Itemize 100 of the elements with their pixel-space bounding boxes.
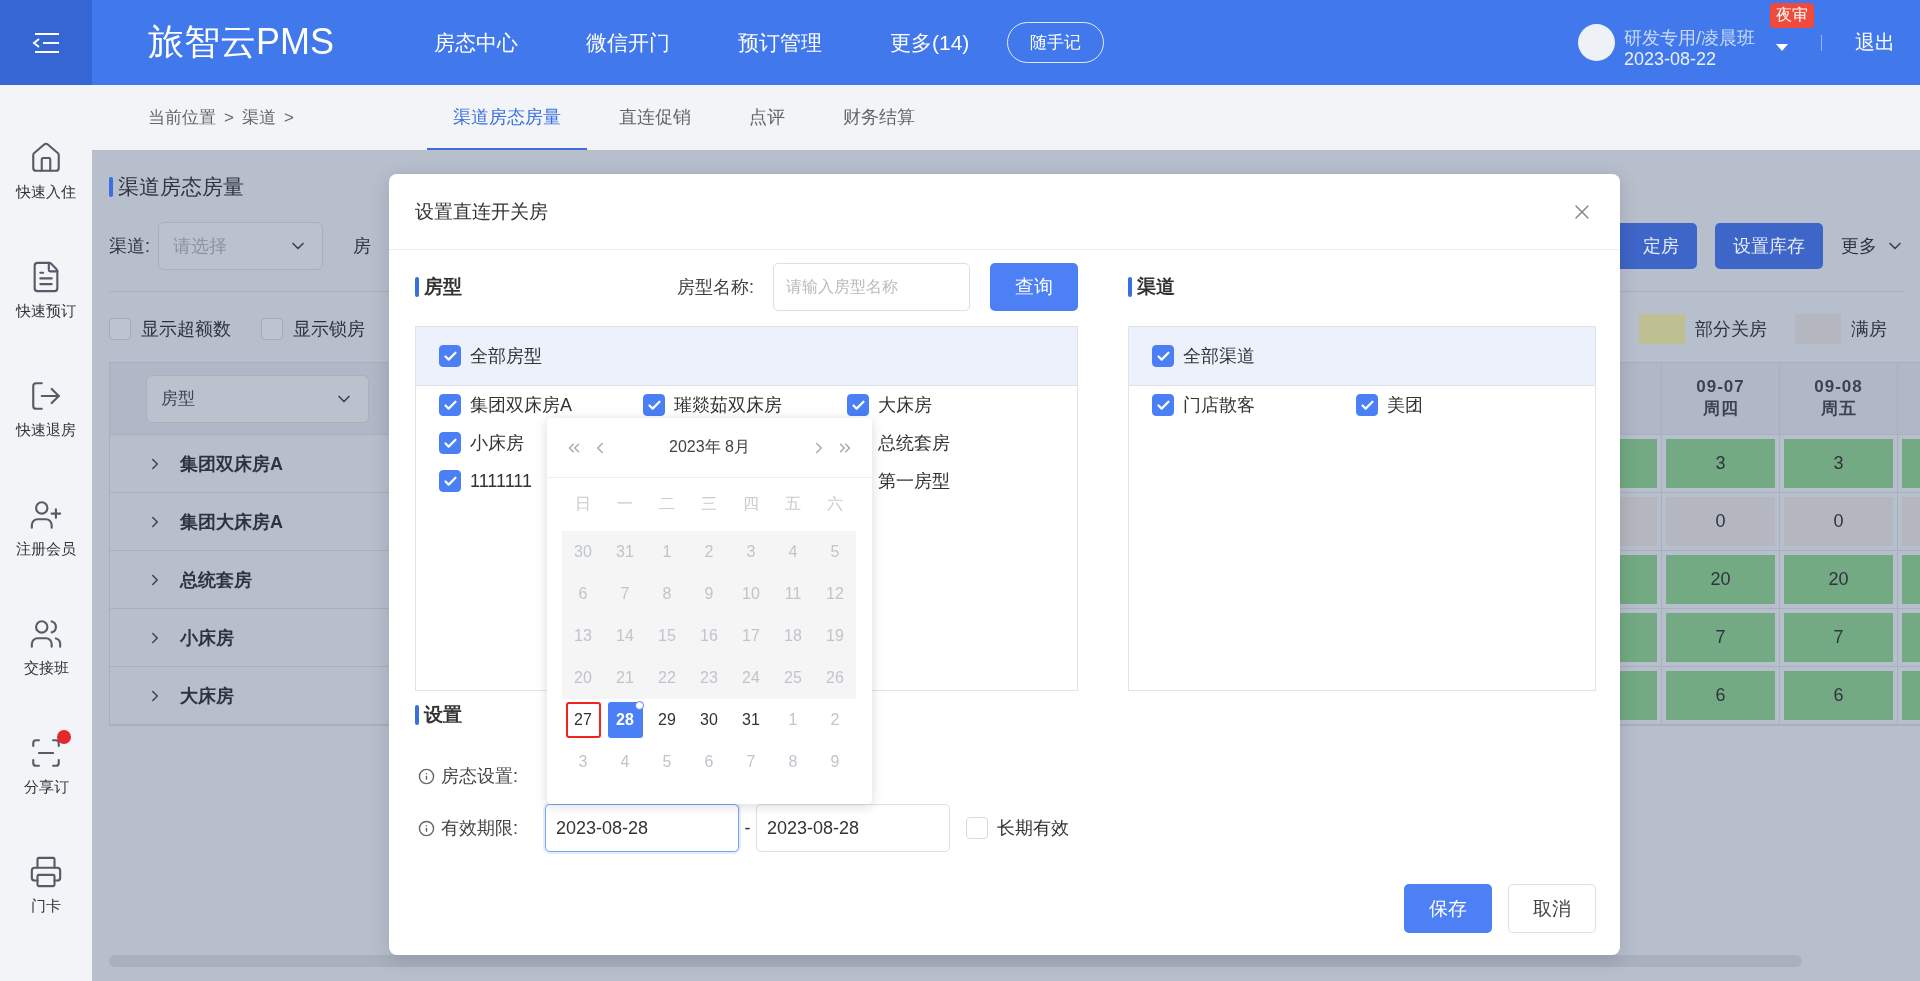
checkbox-label: 第一房型 <box>878 470 950 493</box>
checkbox[interactable] <box>1356 394 1378 416</box>
availability-cell[interactable]: 7 <box>1666 613 1775 662</box>
cancel-button[interactable]: 取消 <box>1508 884 1596 933</box>
scrollbar[interactable] <box>109 955 1802 967</box>
scan-icon[interactable] <box>29 736 63 770</box>
sidebar-label[interactable]: 注册会员 <box>16 540 76 559</box>
checkbox-label: 全部渠道 <box>1183 345 1255 368</box>
field-label: 房型名称: <box>677 276 754 299</box>
section-title: 设置 <box>424 703 462 727</box>
checkbox[interactable] <box>439 394 461 416</box>
menu-button[interactable] <box>0 0 92 85</box>
logout-link[interactable]: 退出 <box>1855 29 1895 56</box>
nav-link[interactable]: 房态中心 <box>434 28 518 57</box>
tab[interactable]: 直连促销 <box>593 85 717 150</box>
printer-icon[interactable] <box>29 855 63 889</box>
calendar-day[interactable]: 27 <box>565 702 601 738</box>
menu-icon <box>31 31 61 54</box>
calendar-month: 2023年 8月 <box>669 437 750 457</box>
app-logo: 旅智云PMS <box>148 20 334 64</box>
tab[interactable]: 财务结算 <box>817 85 941 150</box>
checkbox-label: 显示锁房 <box>293 318 365 341</box>
breadcrumb-separator: > <box>283 107 294 128</box>
field-label: 有效期限: <box>441 817 519 840</box>
availability-cell[interactable]: 0 <box>1784 497 1893 546</box>
calendar-day[interactable]: 28 <box>607 702 643 738</box>
availability-cell[interactable]: 6 <box>1666 671 1775 720</box>
checkbox-label: 大床房 <box>878 394 932 417</box>
sidebar-label[interactable]: 快速入住 <box>16 183 76 202</box>
breadcrumb-item: 当前位置 <box>148 107 216 129</box>
room-type-name: 总统套房 <box>180 568 252 592</box>
availability-cell[interactable]: 0 <box>1666 497 1775 546</box>
business-date: 2023-08-22 <box>1624 48 1718 70</box>
start-date-input[interactable]: 2023-08-28 <box>545 804 739 852</box>
sidebar-label[interactable]: 交接班 <box>23 659 69 678</box>
checkbox-label: 长期有效 <box>997 817 1069 840</box>
legend-label: 满房 <box>1851 318 1887 341</box>
room-type-name: 集团大床房A <box>180 510 283 534</box>
availability-cell[interactable]: 7 <box>1784 613 1893 662</box>
section-title: 渠道 <box>1137 275 1175 299</box>
query-button[interactable]: 查询 <box>990 263 1078 311</box>
field-label: 房 <box>353 235 371 258</box>
checkbox-label: 璀燚茹双床房 <box>674 394 782 417</box>
end-date-input[interactable]: 2023-08-28 <box>756 804 950 852</box>
calendar-day[interactable]: 30 <box>691 702 727 738</box>
house-icon[interactable] <box>29 141 63 175</box>
checkbox-label: 总统套房 <box>878 432 950 455</box>
breadcrumb-item: 渠道 <box>241 107 276 129</box>
more-menu-button[interactable]: 更多 <box>1841 223 1905 269</box>
checkbox-label: 门店散客 <box>1183 394 1255 417</box>
sidebar-label[interactable]: 快速退房 <box>16 421 76 440</box>
sidebar-label[interactable]: 门卡 <box>31 897 61 916</box>
checkbox-label: 全部房型 <box>470 345 542 368</box>
dialog-title: 设置直连开关房 <box>415 199 548 224</box>
checkbox-label: 美团 <box>1387 394 1423 417</box>
room-type-name: 集团双床房A <box>180 452 283 476</box>
field-label: 房态设置: <box>441 765 519 788</box>
users-icon[interactable] <box>29 617 63 651</box>
checkbox[interactable] <box>261 318 283 340</box>
checkbox[interactable] <box>1152 394 1174 416</box>
save-button[interactable]: 保存 <box>1404 884 1492 933</box>
checkbox[interactable] <box>439 345 461 367</box>
avatar[interactable] <box>1578 24 1615 61</box>
room-type-name: 大床房 <box>180 684 234 708</box>
column-date: 09-08 <box>1814 377 1863 397</box>
nav-link[interactable]: 微信开门 <box>586 28 670 57</box>
field-label: 渠道: <box>109 235 150 258</box>
range-separator: - <box>743 817 752 839</box>
checkbox[interactable] <box>439 470 461 492</box>
info-icon <box>418 819 435 837</box>
availability-cell[interactable]: 20 <box>1784 555 1893 604</box>
logout-icon[interactable] <box>29 379 63 413</box>
column-weekday: 周五 <box>1820 398 1857 420</box>
checkbox[interactable] <box>1152 345 1174 367</box>
availability-cell[interactable]: 3 <box>1784 439 1893 488</box>
nav-link[interactable]: 预订管理 <box>738 28 822 57</box>
status-badge: 夜审 <box>1770 3 1814 28</box>
availability-cell[interactable]: 3 <box>1666 439 1775 488</box>
availability-cell[interactable]: 6 <box>1784 671 1893 720</box>
legend-label: 部分关房 <box>1695 318 1767 341</box>
checkbox[interactable] <box>109 318 131 340</box>
section-title: 房型 <box>424 275 462 299</box>
room-name-input[interactable]: 请输入房型名称 <box>773 263 970 311</box>
action-button[interactable]: 设置库存 <box>1715 223 1823 269</box>
calendar-day[interactable]: 31 <box>733 702 769 738</box>
checkbox[interactable] <box>643 394 665 416</box>
checkbox-label: 小床房 <box>470 432 524 455</box>
availability-cell[interactable]: 20 <box>1666 555 1775 604</box>
calendar-day[interactable]: 29 <box>649 702 685 738</box>
room-type-select[interactable]: 房型 <box>146 374 369 423</box>
user-plus-icon[interactable] <box>29 498 63 532</box>
caret-icon[interactable] <box>1776 44 1788 51</box>
breadcrumb-separator: > <box>224 107 234 128</box>
nav-link[interactable]: 更多(14) <box>890 28 970 57</box>
checkbox[interactable] <box>439 432 461 454</box>
tab[interactable]: 点评 <box>723 85 811 150</box>
checkbox[interactable] <box>847 394 869 416</box>
sidebar-label[interactable]: 快速预订 <box>16 302 76 321</box>
column-weekday: 周四 <box>1702 398 1739 420</box>
sidebar-label[interactable]: 分享订 <box>23 778 69 797</box>
